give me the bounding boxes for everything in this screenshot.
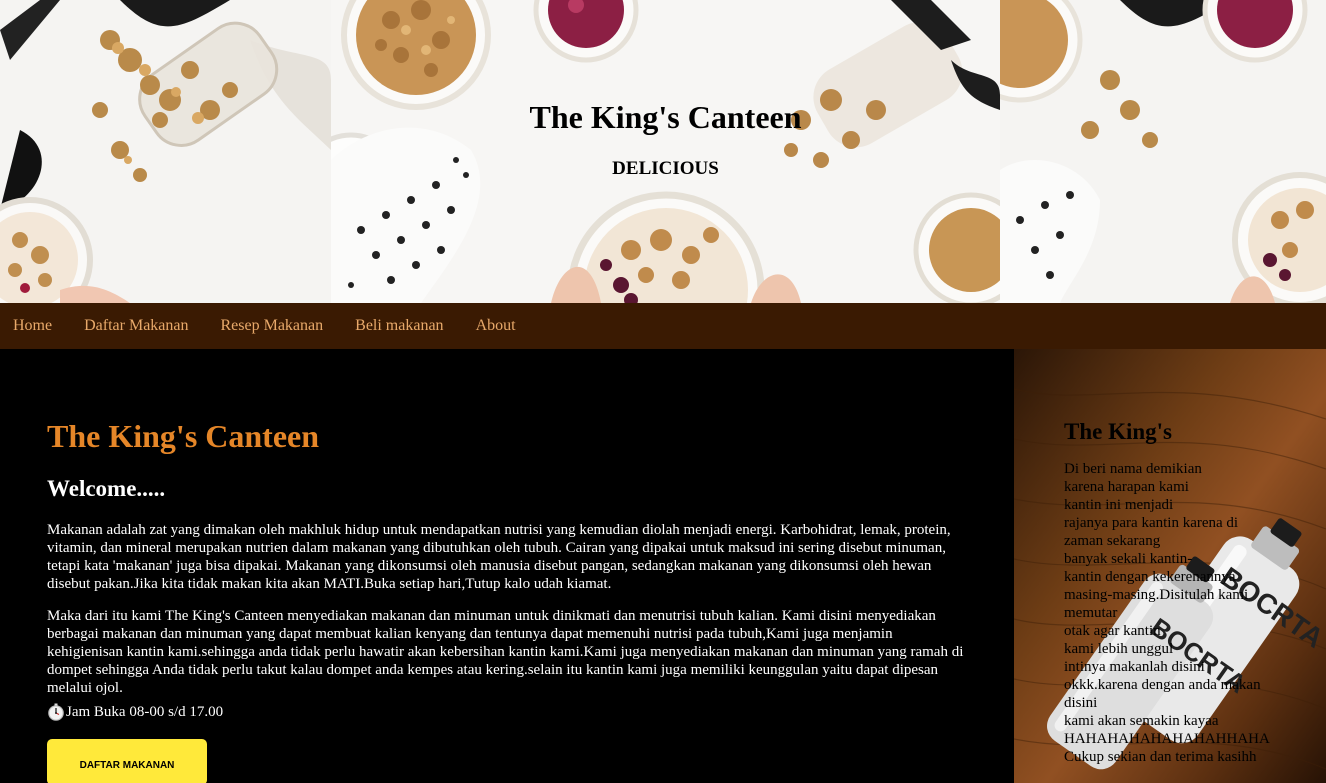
sidebar-line: HAHAHAHAHAHAHAHHAHA: [1064, 731, 1270, 748]
header-banner: The King's Canteen DELICIOUS: [0, 0, 1326, 303]
sidebar-line: Cukup sekian dan terima kasihh: [1064, 749, 1257, 766]
sidebar-line: banyak sekali kantin-: [1064, 551, 1193, 568]
main-heading: The King's Canteen: [47, 418, 320, 454]
sidebar-line: disini: [1064, 695, 1098, 712]
main-content: The King's Canteen Welcome..... Makanan …: [0, 349, 1014, 783]
stopwatch-icon: [47, 703, 65, 722]
sidebar-line: kantin dengan kekerenannya: [1064, 569, 1236, 586]
opening-hours: Jam Buka 08-00 s/d 17.00: [47, 703, 964, 722]
nav-beli-makanan[interactable]: Beli makanan: [355, 317, 443, 335]
sidebar-line: zaman sekarang: [1064, 533, 1161, 550]
intro-paragraph: Makanan adalah zat yang dimakan oleh mak…: [47, 522, 951, 593]
daftar-makanan-button[interactable]: DAFTAR MAKANAN: [47, 739, 207, 783]
site-title: The King's Canteen: [529, 99, 802, 135]
sidebar-line: karena harapan kami: [1064, 479, 1189, 496]
sidebar-line: memutar: [1064, 605, 1118, 622]
sidebar-line: okkk.karena dengan anda makan: [1064, 677, 1261, 694]
sidebar-line: kantin ini menjadi: [1064, 497, 1174, 514]
nav-home[interactable]: Home: [13, 317, 52, 335]
sidebar-line: rajanya para kantin karena di: [1064, 515, 1239, 532]
welcome-heading: Welcome.....: [47, 476, 166, 502]
sidebar-title: The King's: [1064, 419, 1173, 444]
sidebar-about: BOCRTA BOCRTA The King's Di beri nama de…: [1014, 349, 1326, 783]
sidebar-line: Di beri nama demikian: [1064, 461, 1202, 478]
main-nav: Home Daftar Makanan Resep Makanan Beli m…: [0, 303, 1326, 349]
sidebar-line: kami akan semakin kayaa: [1064, 713, 1219, 730]
nav-resep-makanan[interactable]: Resep Makanan: [221, 317, 324, 335]
banner-image-right: [1000, 0, 1326, 303]
sidebar-line: masing-masing.Disitulah kami: [1064, 587, 1249, 604]
banner-image-left: [0, 0, 331, 303]
nav-daftar-makanan[interactable]: Daftar Makanan: [84, 317, 188, 335]
sidebar-line: kami lebih unggul: [1064, 641, 1174, 658]
opening-hours-text: Jam Buka 08-00 s/d 17.00: [66, 704, 224, 721]
site-subtitle: DELICIOUS: [612, 158, 719, 180]
sidebar-line: intinya makanlah disini: [1064, 659, 1205, 676]
sidebar-line: otak agar kantin: [1064, 623, 1161, 640]
about-paragraph: Maka dari itu kami The King's Canteen me…: [47, 608, 964, 697]
nav-about[interactable]: About: [476, 317, 516, 335]
